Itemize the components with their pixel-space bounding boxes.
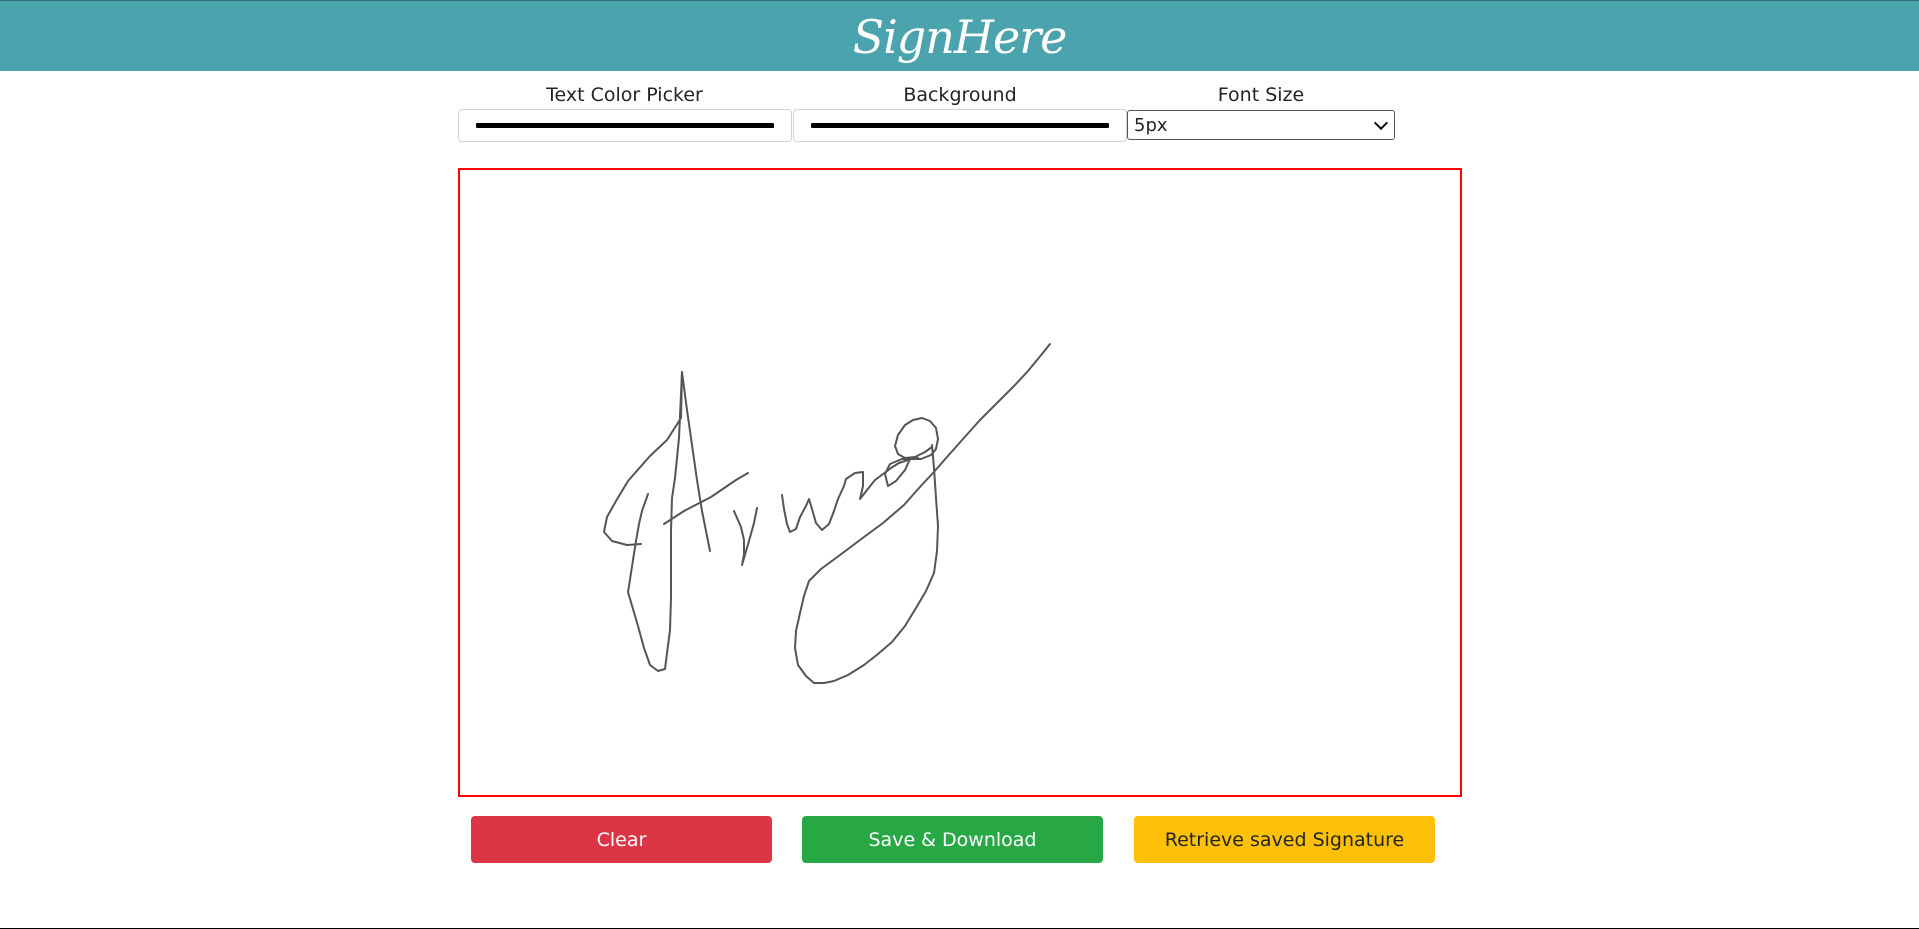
text-color-swatch bbox=[476, 123, 774, 128]
signature-drawing bbox=[603, 343, 1051, 684]
signature-stroke bbox=[733, 507, 758, 566]
font-size-select[interactable]: 5px bbox=[1127, 110, 1395, 140]
background-color-picker[interactable] bbox=[793, 109, 1127, 142]
retrieve-signature-button[interactable]: Retrieve saved Signature bbox=[1134, 816, 1435, 863]
chevron-down-icon bbox=[1373, 115, 1389, 131]
signature-stroke bbox=[781, 478, 847, 533]
app-header: SignHere bbox=[0, 0, 1919, 71]
signature-stroke bbox=[894, 417, 939, 460]
text-color-label: Text Color Picker bbox=[546, 84, 703, 106]
font-size-label: Font Size bbox=[1217, 84, 1305, 106]
signature-stroke bbox=[845, 462, 900, 500]
text-color-picker[interactable] bbox=[458, 109, 792, 142]
brand-logo: SignHere bbox=[852, 10, 1068, 64]
signature-stroke bbox=[884, 457, 919, 487]
font-size-value: 5px bbox=[1134, 114, 1168, 136]
save-download-button[interactable]: Save & Download bbox=[802, 816, 1103, 863]
background-label: Background bbox=[903, 84, 1017, 106]
clear-button[interactable]: Clear bbox=[471, 816, 772, 863]
signature-stroke bbox=[681, 371, 711, 552]
background-color-swatch bbox=[811, 123, 1109, 128]
signature-stroke bbox=[627, 371, 683, 672]
signature-canvas[interactable] bbox=[458, 168, 1462, 797]
app-frame: SignHere Text Color Picker Background Fo… bbox=[0, 0, 1919, 929]
